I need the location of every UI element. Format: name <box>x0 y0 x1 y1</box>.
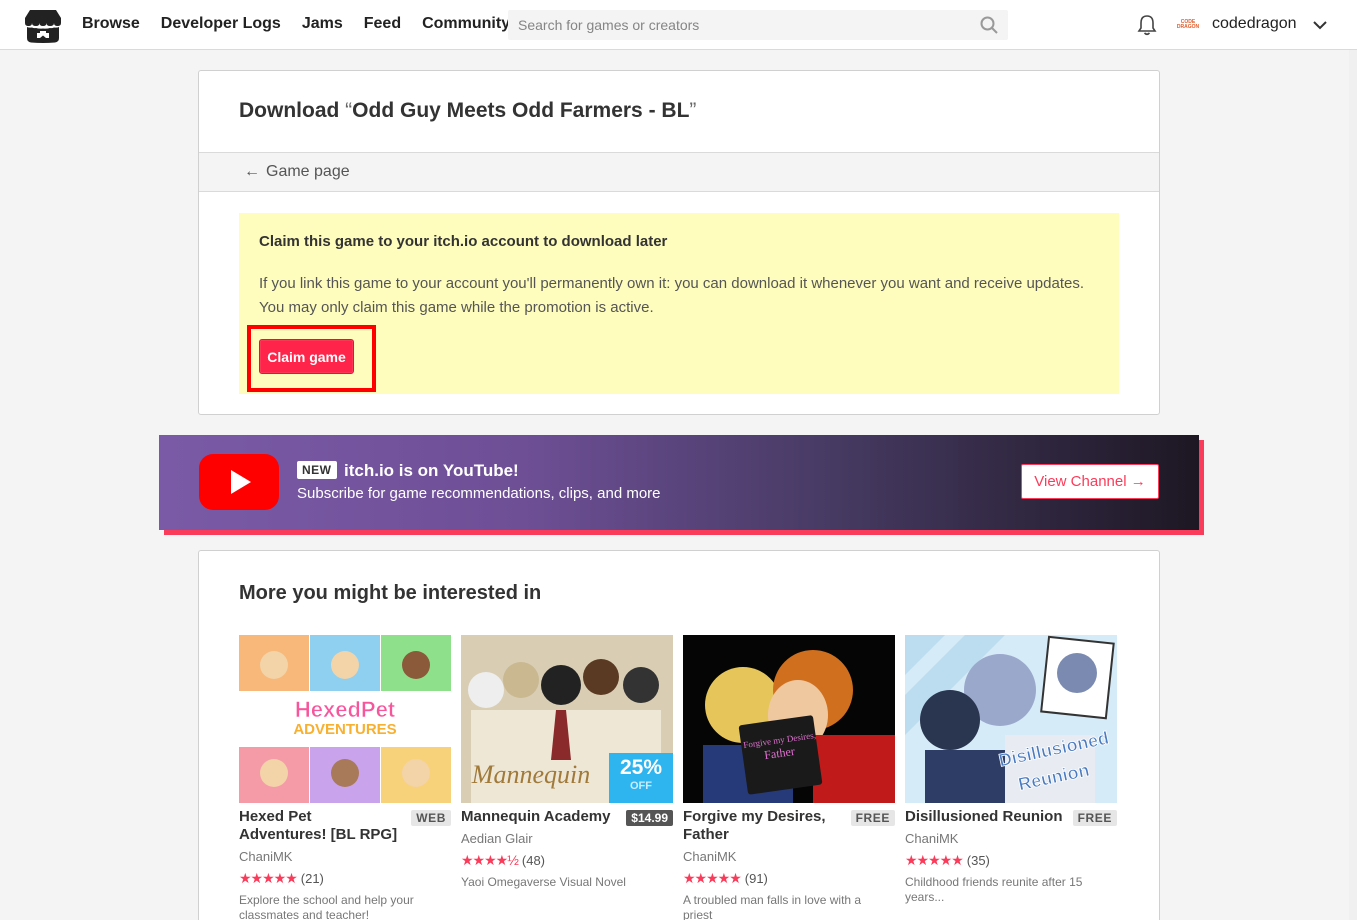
game-author[interactable]: ChaniMK <box>905 831 958 846</box>
star-rating-icon: ★★★★★ <box>239 870 298 886</box>
rating-count: (48) <box>521 853 546 868</box>
nav-feed[interactable]: Feed <box>364 14 401 34</box>
nav-browse[interactable]: Browse <box>82 14 140 34</box>
game-description: A troubled man falls in love with a prie… <box>683 893 862 920</box>
youtube-subtitle: Subscribe for game recommendations, clip… <box>297 485 661 502</box>
game-page-label: Game page <box>266 163 350 180</box>
search-input[interactable] <box>508 10 968 40</box>
rating-count: (21) <box>300 871 324 886</box>
game-rating: ★★★★★ (35) <box>905 852 990 869</box>
game-thumbnail[interactable]: Disillusioned Reunion <box>905 635 1117 803</box>
download-card: Download “Odd Guy Meets Odd Farmers - BL… <box>198 70 1160 415</box>
main-nav: Browse Developer Logs Jams Feed Communit… <box>82 14 531 34</box>
svg-text:ADVENTURES: ADVENTURES <box>293 721 396 738</box>
game-card-disillusioned-reunion[interactable]: Disillusioned Reunion Disillusioned Reun… <box>905 635 1117 904</box>
game-rating: ★★★★★ (21) <box>239 870 324 887</box>
thumbnail-logo-text: Mannequin <box>471 760 590 789</box>
page-title: Download “Odd Guy Meets Odd Farmers - BL… <box>239 99 697 122</box>
youtube-banner[interactable]: NEW itch.io is on YouTube! Subscribe for… <box>159 435 1199 530</box>
star-rating-icon: ★★★★½ <box>461 852 519 868</box>
game-card-forgive-my-desires[interactable]: Forgive my Desires, Father Forgive my De… <box>683 635 895 920</box>
claim-description: If you link this game to your account yo… <box>259 275 1084 316</box>
search-icon[interactable] <box>980 16 998 34</box>
new-badge: NEW <box>297 461 337 479</box>
game-subnav: ← Game page <box>199 152 1159 192</box>
notification-bell-icon[interactable] <box>1137 14 1157 36</box>
game-author[interactable]: Aedian Glair <box>461 831 533 846</box>
platform-badge: WEB <box>411 810 451 826</box>
game-description: Explore the school and help your classma… <box>239 893 414 920</box>
chevron-down-icon[interactable] <box>1312 17 1328 33</box>
game-title[interactable]: Disillusioned Reunion <box>905 808 1065 826</box>
view-channel-button[interactable]: View Channel → <box>1021 464 1159 499</box>
game-page-link[interactable]: ← Game page <box>244 163 350 181</box>
game-rating: ★★★★½ (48) <box>461 852 545 869</box>
game-thumbnail[interactable]: Forgive my Desires, Father <box>683 635 895 803</box>
recommendations-title: More you might be interested in <box>239 582 542 604</box>
star-rating-icon: ★★★★★ <box>683 870 742 886</box>
game-card-hexed-pet[interactable]: HexedPet ADVENTURES Hexed Pet Adventures… <box>239 635 451 920</box>
game-title[interactable]: Forgive my Desires, Father <box>683 808 843 844</box>
game-title[interactable]: Hexed Pet Adventures! [BL RPG] <box>239 808 399 844</box>
game-author[interactable]: ChaniMK <box>239 849 292 864</box>
youtube-title: itch.io is on YouTube! <box>344 461 519 480</box>
scrollbar[interactable] <box>1349 50 1357 920</box>
avatar[interactable]: CODE DRAGON <box>1176 13 1200 37</box>
claim-game-button[interactable]: Claim game <box>259 339 354 374</box>
nav-jams[interactable]: Jams <box>302 14 343 34</box>
rating-count: (35) <box>966 853 990 868</box>
game-author[interactable]: ChaniMK <box>683 849 736 864</box>
top-header: Browse Developer Logs Jams Feed Communit… <box>0 0 1357 50</box>
rating-count: (91) <box>744 871 768 886</box>
game-thumbnail[interactable]: Mannequin 25% OFF <box>461 635 673 803</box>
recommendations-section: More you might be interested in HexedPet… <box>198 550 1160 920</box>
arrow-left-icon: ← <box>244 163 260 180</box>
search-bar <box>508 10 1008 40</box>
username[interactable]: codedragon <box>1212 15 1297 33</box>
thumbnail-logo-text: HexedPet <box>295 697 396 722</box>
game-card-mannequin-academy[interactable]: Mannequin 25% OFF Mannequin Academy $14.… <box>461 635 673 889</box>
game-description: Yaoi Omegaverse Visual Novel <box>461 875 626 889</box>
price-badge: $14.99 <box>626 810 673 826</box>
claim-box: Claim this game to your itch.io account … <box>239 213 1119 394</box>
game-description: Childhood friends reunite after 15 years… <box>905 875 1083 904</box>
game-title[interactable]: Odd Guy Meets Odd Farmers - BL <box>352 99 689 122</box>
avatar-text-2: DRAGON <box>1176 24 1200 30</box>
sale-off-label: OFF <box>630 780 652 792</box>
price-badge: FREE <box>850 810 895 826</box>
itchio-logo-icon[interactable] <box>24 8 62 44</box>
game-title[interactable]: Mannequin Academy <box>461 808 621 826</box>
sale-percent: 25% <box>619 756 663 779</box>
nav-developer-logs[interactable]: Developer Logs <box>161 14 281 34</box>
game-rating: ★★★★★ (91) <box>683 870 768 887</box>
nav-community[interactable]: Community <box>422 14 510 34</box>
star-rating-icon: ★★★★★ <box>905 852 964 868</box>
claim-title: Claim this game to your itch.io account … <box>259 233 668 250</box>
youtube-logo-icon <box>199 454 279 510</box>
price-badge: FREE <box>1072 810 1117 826</box>
sale-badge: 25% OFF <box>609 753 673 803</box>
game-thumbnail[interactable]: HexedPet ADVENTURES <box>239 635 451 803</box>
